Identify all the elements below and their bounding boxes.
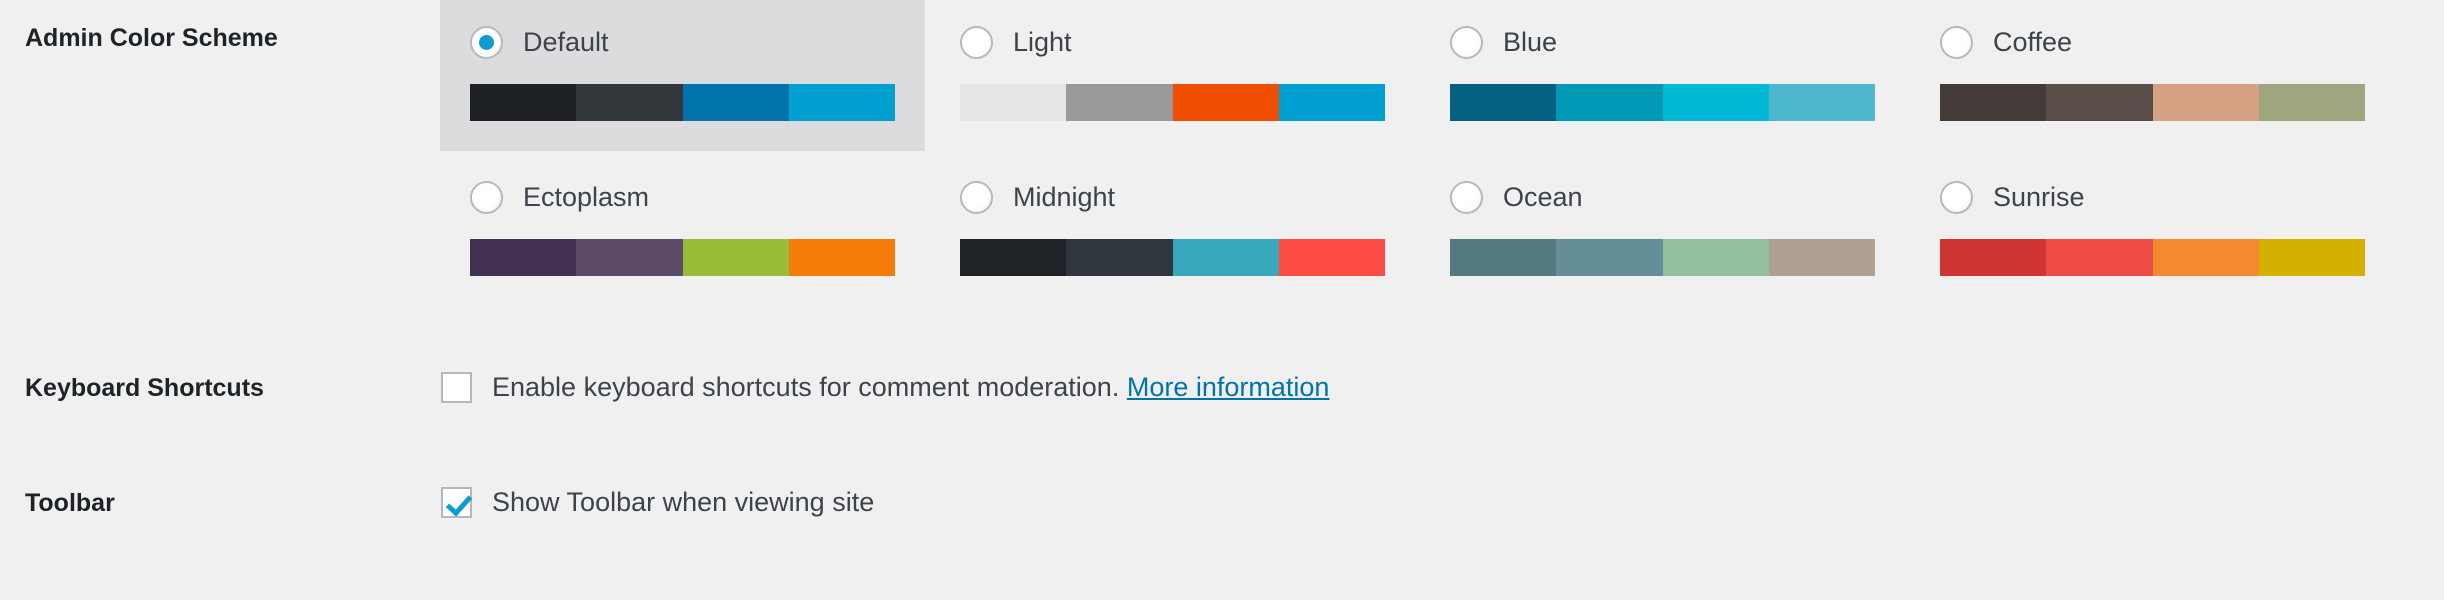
color-scheme-option-head: Midnight bbox=[960, 177, 1385, 217]
palette-swatch bbox=[1940, 239, 2047, 276]
palette-swatch bbox=[2152, 239, 2259, 276]
palette-swatch bbox=[1450, 239, 1557, 276]
palette-swatch bbox=[1940, 84, 2047, 121]
color-scheme-radio-default[interactable] bbox=[470, 25, 503, 59]
color-scheme-palette-ectoplasm bbox=[470, 239, 895, 276]
palette-swatch bbox=[1172, 84, 1279, 121]
show-toolbar-checkbox[interactable] bbox=[441, 487, 472, 518]
toolbar-label: Toolbar bbox=[25, 489, 115, 517]
keyboard-shortcuts-label: Keyboard Shortcuts bbox=[25, 374, 264, 402]
admin-color-scheme-row: Admin Color Scheme Default Light Blue Coffe… bbox=[0, 0, 2444, 290]
color-scheme-radio-coffee[interactable] bbox=[1940, 25, 1973, 59]
toolbar-row: Toolbar Show Toolbar when viewing site bbox=[0, 487, 2444, 520]
palette-swatch bbox=[2046, 239, 2153, 276]
palette-swatch bbox=[1662, 84, 1769, 121]
color-scheme-option-coffee[interactable]: Coffee bbox=[1910, 0, 2395, 151]
color-scheme-palette-ocean bbox=[1450, 239, 1875, 276]
color-scheme-palette-coffee bbox=[1940, 84, 2365, 121]
palette-swatch bbox=[2046, 84, 2153, 121]
color-scheme-option-label[interactable]: Sunrise bbox=[1993, 183, 2085, 211]
palette-swatch bbox=[788, 84, 895, 121]
palette-swatch bbox=[682, 84, 789, 121]
color-scheme-option-label[interactable]: Midnight bbox=[1013, 183, 1115, 211]
color-scheme-option-head: Default bbox=[470, 22, 895, 62]
keyboard-shortcuts-row: Keyboard Shortcuts Enable keyboard short… bbox=[0, 372, 2444, 405]
palette-swatch bbox=[2258, 84, 2365, 121]
palette-swatch bbox=[1066, 239, 1173, 276]
palette-swatch bbox=[1066, 84, 1173, 121]
palette-swatch bbox=[682, 239, 789, 276]
more-information-link[interactable]: More information bbox=[1127, 372, 1330, 402]
palette-swatch bbox=[2258, 239, 2365, 276]
color-scheme-palette-midnight bbox=[960, 239, 1385, 276]
color-scheme-option-head: Coffee bbox=[1940, 22, 2365, 62]
palette-swatch bbox=[960, 239, 1067, 276]
color-scheme-option-head: Light bbox=[960, 22, 1385, 62]
color-scheme-option-ocean[interactable]: Ocean bbox=[1420, 155, 1905, 306]
palette-swatch bbox=[1556, 239, 1663, 276]
color-scheme-option-default[interactable]: Default bbox=[440, 0, 925, 151]
profile-settings-table: Admin Color Scheme Default Light Blue Coffe… bbox=[0, 0, 2444, 600]
show-toolbar-label: Show Toolbar when viewing site bbox=[492, 487, 875, 517]
color-scheme-option-label[interactable]: Ocean bbox=[1503, 183, 1583, 211]
color-scheme-option-head: Blue bbox=[1450, 22, 1875, 62]
palette-swatch bbox=[470, 239, 577, 276]
color-scheme-option-label[interactable]: Blue bbox=[1503, 28, 1557, 56]
color-scheme-radio-blue[interactable] bbox=[1450, 25, 1483, 59]
palette-swatch bbox=[1172, 239, 1279, 276]
palette-swatch bbox=[576, 239, 683, 276]
palette-swatch bbox=[1662, 239, 1769, 276]
keyboard-shortcuts-check-line: Enable keyboard shortcuts for comment mo… bbox=[440, 372, 2444, 403]
toolbar-check-line: Show Toolbar when viewing site bbox=[440, 487, 2444, 518]
palette-swatch bbox=[1768, 84, 1875, 121]
toolbar-field: Show Toolbar when viewing site bbox=[440, 487, 2444, 518]
palette-swatch bbox=[1768, 239, 1875, 276]
enable-keyboard-shortcuts-checkbox[interactable] bbox=[441, 372, 472, 403]
palette-swatch bbox=[576, 84, 683, 121]
color-scheme-palette-sunrise bbox=[1940, 239, 2365, 276]
palette-swatch bbox=[1556, 84, 1663, 121]
palette-swatch bbox=[1278, 84, 1385, 121]
palette-swatch bbox=[470, 84, 577, 121]
palette-swatch bbox=[1278, 239, 1385, 276]
color-scheme-radio-light[interactable] bbox=[960, 25, 993, 59]
enable-keyboard-shortcuts-label: Enable keyboard shortcuts for comment mo… bbox=[492, 374, 1329, 401]
palette-swatch bbox=[788, 239, 895, 276]
admin-color-scheme-field: Default Light Blue Coffee Ectoplasm Midnight O… bbox=[440, 0, 2444, 290]
color-scheme-option-sunrise[interactable]: Sunrise bbox=[1910, 155, 2395, 306]
color-scheme-option-blue[interactable]: Blue bbox=[1420, 0, 1905, 151]
color-scheme-palette-blue bbox=[1450, 84, 1875, 121]
color-scheme-option-ectoplasm[interactable]: Ectoplasm bbox=[440, 155, 925, 306]
color-scheme-radio-midnight[interactable] bbox=[960, 180, 993, 214]
color-scheme-option-label[interactable]: Light bbox=[1013, 28, 1072, 56]
color-scheme-option-midnight[interactable]: Midnight bbox=[930, 155, 1415, 306]
palette-swatch bbox=[1450, 84, 1557, 121]
palette-swatch bbox=[960, 84, 1067, 121]
keyboard-shortcuts-field: Enable keyboard shortcuts for comment mo… bbox=[440, 372, 2444, 403]
palette-swatch bbox=[2152, 84, 2259, 121]
color-scheme-option-label[interactable]: Ectoplasm bbox=[523, 183, 649, 211]
color-scheme-radio-ocean[interactable] bbox=[1450, 180, 1483, 214]
color-scheme-option-light[interactable]: Light bbox=[930, 0, 1415, 151]
color-scheme-option-label[interactable]: Coffee bbox=[1993, 28, 2072, 56]
color-scheme-option-head: Ectoplasm bbox=[470, 177, 895, 217]
color-scheme-options: Default Light Blue Coffee Ectoplasm Midnight O… bbox=[440, 0, 2420, 290]
color-scheme-option-head: Ocean bbox=[1450, 177, 1875, 217]
admin-color-scheme-label: Admin Color Scheme bbox=[25, 24, 278, 52]
enable-keyboard-shortcuts-text: Enable keyboard shortcuts for comment mo… bbox=[492, 372, 1120, 402]
color-scheme-radio-ectoplasm[interactable] bbox=[470, 180, 503, 214]
color-scheme-option-label[interactable]: Default bbox=[523, 28, 609, 56]
color-scheme-option-head: Sunrise bbox=[1940, 177, 2365, 217]
color-scheme-palette-default bbox=[470, 84, 895, 121]
color-scheme-radio-sunrise[interactable] bbox=[1940, 180, 1973, 214]
color-scheme-palette-light bbox=[960, 84, 1385, 121]
